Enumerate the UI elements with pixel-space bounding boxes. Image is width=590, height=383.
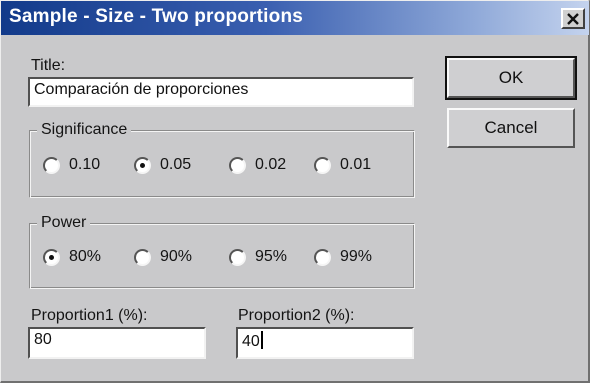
- radio-label: 80%: [69, 248, 102, 265]
- radio-label: 0.02: [255, 156, 287, 173]
- radio-button-circle: [229, 156, 246, 174]
- radio-label: 99%: [340, 248, 373, 265]
- radio-selected-dot: [140, 162, 145, 168]
- radio-label: 95%: [255, 248, 288, 265]
- proportion2-input-value: 40: [242, 333, 260, 350]
- radio-power-95[interactable]: 95%: [229, 248, 287, 266]
- radio-significance-0-02[interactable]: 0.02: [229, 156, 286, 174]
- radio-label: 90%: [160, 248, 193, 265]
- radio-button-circle: [134, 156, 151, 174]
- cancel-button[interactable]: Cancel: [447, 108, 575, 148]
- radio-selected-dot: [49, 254, 54, 260]
- proportion1-input[interactable]: 80: [28, 327, 206, 359]
- proportion1-label: Proportion1 (%):: [31, 307, 148, 324]
- proportion2-input[interactable]: 40: [236, 327, 414, 359]
- title-bar[interactable]: Sample - Size - Two proportions: [1, 1, 589, 35]
- proportion2-label: Proportion2 (%):: [238, 307, 355, 324]
- window-title: Sample - Size - Two proportions: [9, 6, 304, 27]
- significance-group-label: Significance: [37, 121, 132, 139]
- radio-significance-0-05[interactable]: 0.05: [134, 156, 191, 174]
- ok-button[interactable]: OK: [445, 56, 577, 100]
- radio-label: 0.05: [160, 156, 192, 173]
- radio-button-circle: [134, 248, 151, 266]
- title-input-value: Comparación de proporciones: [34, 81, 249, 98]
- radio-button-circle: [229, 248, 246, 266]
- proportion1-input-value: 80: [34, 331, 52, 348]
- text-caret: [260, 331, 263, 349]
- radio-power-99[interactable]: 99%: [314, 248, 372, 266]
- radio-significance-0-10[interactable]: 0.10: [43, 156, 100, 174]
- title-label: Title:: [31, 57, 66, 74]
- radio-power-80[interactable]: 80%: [43, 248, 101, 266]
- radio-button-circle: [43, 248, 60, 266]
- close-icon: [567, 12, 579, 25]
- title-input[interactable]: Comparación de proporciones: [28, 77, 414, 107]
- radio-power-90[interactable]: 90%: [134, 248, 192, 266]
- radio-label: 0.01: [340, 156, 372, 173]
- radio-significance-0-01[interactable]: 0.01: [314, 156, 371, 174]
- radio-label: 0.10: [69, 156, 101, 173]
- radio-button-circle: [314, 248, 331, 266]
- dialog-window: Sample - Size - Two proportions Title: C…: [0, 0, 590, 383]
- close-button[interactable]: [561, 8, 585, 29]
- radio-button-circle: [43, 156, 60, 174]
- power-group-label: Power: [37, 214, 91, 232]
- radio-button-circle: [314, 156, 331, 174]
